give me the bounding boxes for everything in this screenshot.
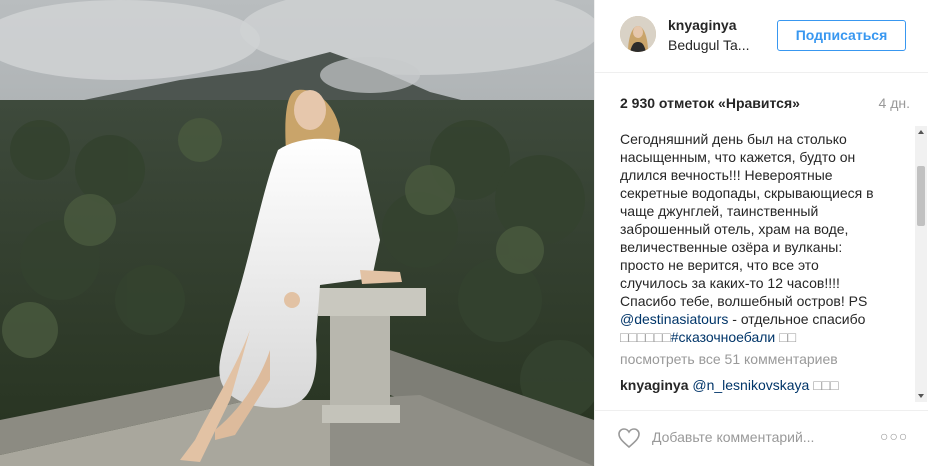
follow-button[interactable]: Подписаться — [777, 20, 906, 51]
avatar[interactable] — [620, 16, 656, 52]
caption-line: просто не верится, что все это — [620, 257, 819, 273]
comment-mention-link[interactable]: @n_lesnikovskaya — [692, 377, 809, 393]
caption-line: величественные озёра и вулканы: — [620, 239, 843, 255]
comment-item: knyaginya @n_lesnikovskaya □□□ — [620, 376, 908, 394]
likes-row: 2 930 отметок «Нравится» 4 дн. — [620, 95, 910, 115]
likes-count[interactable]: 2 930 отметок «Нравится» — [620, 95, 800, 111]
caption-line: длился вечность!!! Невероятные — [620, 167, 833, 183]
add-comment-input[interactable]: Добавьте комментарий... — [652, 429, 814, 445]
comment-footer: Добавьте комментарий... ○○○ — [595, 410, 928, 466]
view-all-comments-link[interactable]: посмотреть все 51 комментариев — [620, 350, 908, 368]
caption-line: чаще джунглей, таинственный — [620, 203, 819, 219]
caption-hashtag-line: □□□□□□#сказочноебали □□ — [620, 328, 908, 346]
post-photo[interactable] — [0, 0, 594, 466]
comments-scrollbar[interactable] — [915, 126, 927, 402]
emoji-placeholders: □□ — [775, 329, 797, 345]
comments-area[interactable]: Сегодняшний день был на столько насыщенн… — [620, 130, 908, 398]
post-header: knyaginya Bedugul Ta... Подписаться — [595, 0, 928, 73]
scroll-down-arrow-icon[interactable] — [915, 390, 927, 402]
post-location[interactable]: Bedugul Ta... — [668, 37, 749, 53]
comment-username[interactable]: knyaginya — [620, 377, 688, 393]
caption-mention-line: @destinasiatours - отдельное спасибо — [620, 310, 908, 328]
caption-line: секретные водопады, скрывающиеся в — [620, 185, 874, 201]
post-side-panel: knyaginya Bedugul Ta... Подписаться 2 93… — [594, 0, 928, 466]
emoji-placeholders: □□□□□□ — [620, 329, 671, 345]
post-time[interactable]: 4 дн. — [879, 95, 910, 111]
scroll-up-arrow-icon[interactable] — [915, 126, 927, 138]
caption-line: Сегодняшний день был на столько — [620, 131, 847, 147]
caption-line: заброшенный отель, храм на воде, — [620, 221, 849, 237]
hashtag-link[interactable]: #сказочноебали — [671, 329, 776, 345]
caption-text: - отдельное спасибо — [728, 311, 866, 327]
more-options-icon[interactable]: ○○○ — [880, 428, 908, 444]
caption-line: случилось за каких-то 12 часов!!!! — [620, 275, 840, 291]
caption-line: Спасибо тебе, волшебный остров! PS — [620, 293, 868, 309]
emoji-placeholders: □□□ — [809, 377, 839, 393]
post-caption: Сегодняшний день был на столько насыщенн… — [620, 130, 908, 346]
post-username[interactable]: knyaginya — [668, 17, 736, 33]
caption-line: насыщенным, что кажется, будто он — [620, 149, 856, 165]
scrollbar-thumb[interactable] — [917, 166, 925, 226]
mention-link[interactable]: @destinasiatours — [620, 311, 728, 327]
heart-icon[interactable] — [617, 427, 641, 449]
